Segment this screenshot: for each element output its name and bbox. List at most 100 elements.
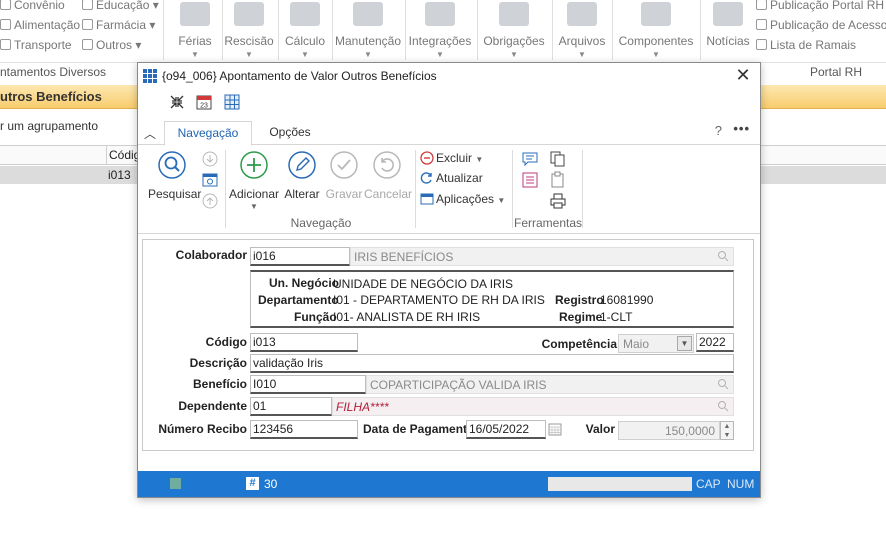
publish-access-icon [756,19,767,30]
list-report-icon[interactable] [521,171,539,189]
bg-educacao-item[interactable]: Educação ▾ [82,0,159,12]
beneficio-code-input[interactable]: I010 [250,375,366,394]
pesquisar-button[interactable]: Pesquisar [148,150,201,201]
paste-icon[interactable] [549,171,567,189]
colaborador-code-input[interactable]: i016 [250,247,350,266]
bg-ferias-button[interactable]: Férias ▼ [170,0,220,60]
lookup-search-icon[interactable] [717,250,729,262]
outros-icon [82,39,93,50]
add-icon [240,151,268,179]
alimentacao-icon [0,19,11,30]
descricao-input[interactable]: validação Iris [250,354,734,373]
status-indicator-icon [170,478,181,489]
lookup-search-icon[interactable] [717,400,729,412]
lookup-search-icon[interactable] [717,378,729,390]
valor-input[interactable]: 150,0000 [618,421,720,440]
atualizar-button[interactable]: Atualizar [420,171,483,185]
gravar-button[interactable]: Gravar [324,150,364,201]
competencia-year-input[interactable]: 2022 [696,333,734,352]
bg-alimentacao-item[interactable]: Alimentação [0,18,80,32]
data-pagamento-input[interactable]: 16/05/2022 [466,420,546,439]
codigo-input[interactable]: i013 [250,333,358,352]
bg-group-right-label: Portal RH [810,65,863,79]
valor-spinner[interactable]: ▲ ▼ [720,421,734,440]
regime-label: Regime [559,310,603,324]
bg-grid-header-codigo[interactable]: Códig [109,148,140,162]
comment-icon[interactable] [521,150,539,168]
descricao-label: Descrição [189,356,247,370]
ribbon-tabs: ︿ Navegação Opções ? ••• [138,119,760,146]
dialog-title: {o94_006} Apontamento de Valor Outros Be… [162,69,437,83]
valor-label: Valor [585,422,615,436]
convenio-icon [0,0,11,10]
table-grid-icon[interactable] [223,93,241,111]
bg-componentes-button[interactable]: Componentes ▼ [614,0,698,60]
bg-integracoes-button[interactable]: Integrações ▼ [407,0,473,60]
calendar-icon[interactable]: 23 [195,93,213,111]
registro-label: Registro [555,293,604,307]
funcao-label: Função [294,310,337,324]
bg-transporte-item[interactable]: Transporte [0,38,72,52]
excluir-button[interactable]: Excluir ▼ [420,151,483,165]
tab-navegacao[interactable]: Navegação [164,121,252,146]
document-arrow-icon [499,2,529,26]
competencia-label: Competência [541,337,617,351]
folder-icon [567,2,597,26]
news-icon [713,2,743,26]
numero-recibo-input[interactable]: 123456 [250,420,358,439]
adicionar-dropdown-icon[interactable]: ▼ [228,202,280,211]
upload-circle-icon[interactable] [201,192,219,210]
chevron-down-icon[interactable]: ▼ [677,336,692,351]
bg-outros-item[interactable]: Outros ▾ [82,38,141,52]
compress-icon[interactable] [168,93,186,111]
beneficio-label: Benefício [192,377,247,391]
copy-icon[interactable] [549,150,567,168]
bg-manutencao-button[interactable]: Manutenção ▼ [334,0,402,60]
competencia-month-select[interactable]: Maio ▼ [618,334,694,353]
tab-opcoes[interactable]: Opções [256,121,324,146]
bg-arquivos-button[interactable]: Arquivos ▼ [554,0,610,60]
dependente-code-input[interactable]: 01 [250,397,332,416]
beneficio-name-field: COPARTICIPAÇÃO VALIDA IRIS [366,375,734,394]
more-options-icon[interactable]: ••• [733,121,750,136]
window-search-icon[interactable] [201,171,219,189]
bg-calculo-button[interactable]: Cálculo ▼ [280,0,330,60]
help-icon[interactable]: ? [715,123,722,138]
document-delete-icon [353,2,383,26]
svg-text:23: 23 [200,103,208,110]
registro-value: 16081990 [600,293,654,307]
bg-farmacia-item[interactable]: Farmácia ▾ [82,18,155,32]
collapse-ribbon-icon[interactable]: ︿ [144,125,156,142]
bg-publicacao-acesso-item[interactable]: Publicação de Acesso [756,18,886,32]
dialog-title-bar[interactable]: {o94_006} Apontamento de Valor Outros Be… [138,63,760,89]
bg-obrigacoes-button[interactable]: Obrigações ▼ [479,0,549,60]
cancelar-button[interactable]: Cancelar [364,150,412,201]
download-circle-icon[interactable] [201,150,219,168]
edit-pencil-icon [288,151,316,179]
num-lock-indicator: NUM [727,477,755,491]
bg-rescisao-button[interactable]: Rescisão ▼ [224,0,274,60]
bg-lista-ramais-item[interactable]: Lista de Ramais [756,38,856,52]
calendar-icon [180,2,210,26]
adicionar-button[interactable]: Adicionar ▼ [228,150,280,211]
colaborador-info-box: Un. Negócio UNIDADE DE NEGÓCIO DA IRIS D… [250,270,734,328]
user-share-icon [425,2,455,26]
phone-list-icon [756,39,767,50]
colaborador-label: Colaborador [175,248,247,262]
bg-publicacao-portal-item[interactable]: Publicação Portal RH [756,0,884,12]
spinner-up-icon[interactable]: ▲ [721,422,733,431]
bg-noticias-button[interactable]: Notícias [702,0,754,60]
check-icon [330,151,358,179]
data-pagamento-label: Data de Pagamento [363,422,475,436]
calendar-picker-icon[interactable] [548,422,562,436]
print-icon[interactable] [549,192,567,210]
play-gear-icon [290,2,320,26]
close-button[interactable]: ✕ [734,66,752,84]
publish-icon [756,0,767,10]
funcao-value: I01- ANALISTA DE RH IRIS [333,310,481,324]
bg-convenio-item[interactable]: Convênio [0,0,65,12]
spinner-down-icon[interactable]: ▼ [721,431,733,440]
aplicacoes-button[interactable]: Aplicações ▼ [420,192,505,206]
alterar-button[interactable]: Alterar [282,150,322,201]
regime-value: 1-CLT [600,310,633,324]
